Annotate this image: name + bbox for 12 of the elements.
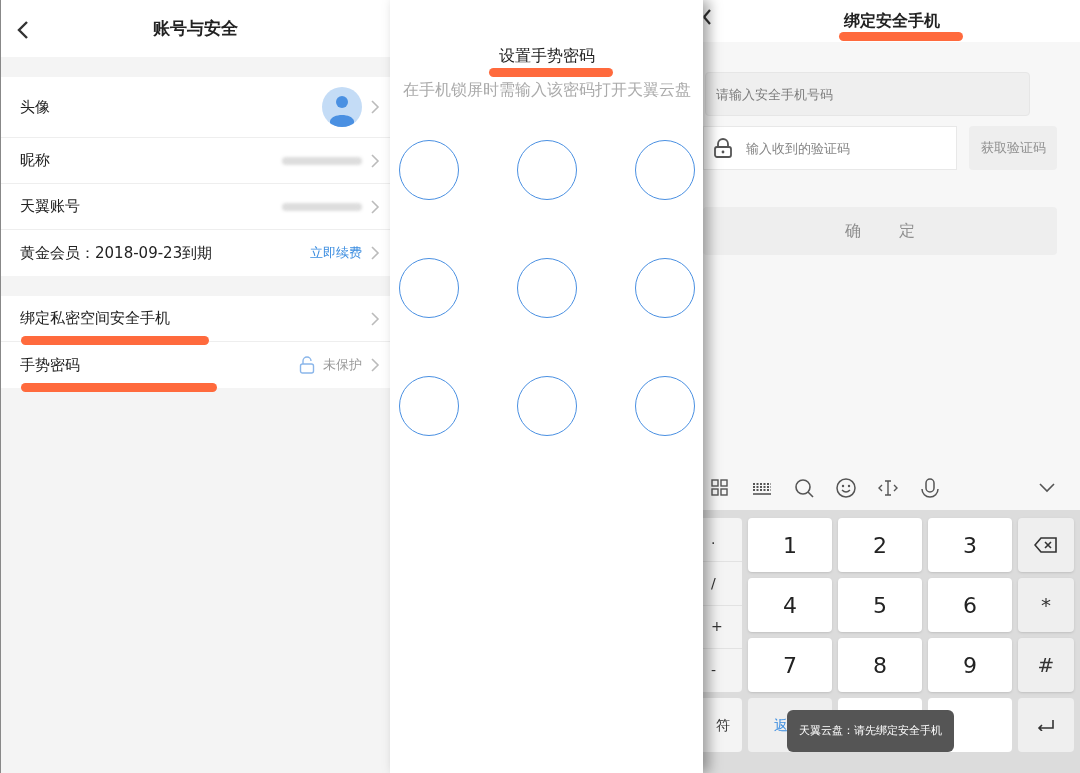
status-text: 未保护 <box>323 356 362 375</box>
screen-title: 账号与安全 <box>153 16 238 40</box>
row-label: 昵称 <box>20 150 50 172</box>
row-label: 绑定私密空间安全手机 <box>20 308 170 330</box>
row-label: 手势密码 <box>20 354 80 376</box>
hint-text: 在手机锁屏时需输入该密码打开天翼云盘 <box>402 79 691 101</box>
row-label: 黄金会员：2018-09-23到期 <box>20 242 213 264</box>
message-toast: 天翼云盘：请先绑定安全手机 <box>787 710 954 752</box>
row-label: 头像 <box>20 96 50 118</box>
screen-title: 绑定安全手机 <box>843 11 940 30</box>
row-label: 天翼账号 <box>20 196 80 218</box>
screen-title: 设置手势密码 <box>498 46 595 65</box>
